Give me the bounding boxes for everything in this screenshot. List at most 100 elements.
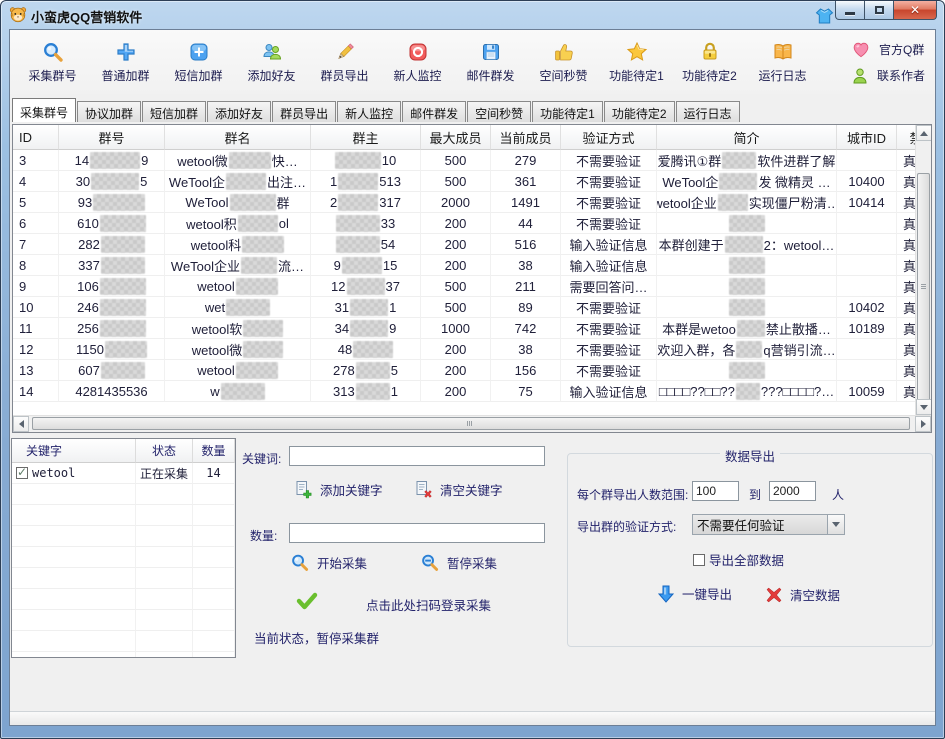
maximize-icon — [875, 6, 884, 14]
column-header[interactable]: 简介 — [657, 125, 837, 150]
plus-icon — [115, 40, 137, 64]
horizontal-scrollbar[interactable] — [13, 415, 931, 432]
start-collect-button[interactable]: 开始采集 — [290, 553, 367, 572]
table-row[interactable]: 13607wetool2785200156不需要验证真 — [13, 360, 915, 381]
toolbar-button-friends[interactable]: 添加好友 — [235, 34, 308, 90]
table-cell-cur: 1491 — [491, 192, 561, 213]
censored-block — [230, 194, 276, 211]
censored-block — [105, 341, 147, 358]
cell-text: 欢迎入群，各 — [657, 340, 735, 359]
cell-text: wetool微 — [177, 151, 228, 170]
table-cell-name: wetool微快… — [165, 150, 311, 171]
tab-功能待定2[interactable]: 功能待定2 — [604, 101, 675, 122]
tab-功能待定1[interactable]: 功能待定1 — [532, 101, 603, 122]
tab-运行日志[interactable]: 运行日志 — [676, 101, 740, 122]
table-cell-city — [837, 276, 897, 297]
table-row[interactable]: 4305WeTool企出注…1513500361不需要验证WeTool企发 微精… — [13, 171, 915, 192]
cell-text: 实现僵尸粉清… — [749, 193, 837, 212]
table-row[interactable]: 10246wet31150089不需要验证10402真 — [13, 297, 915, 318]
tab-添加好友[interactable]: 添加好友 — [207, 101, 271, 122]
link-person[interactable]: 联系作者 — [851, 67, 925, 85]
table-cell-id: 11 — [13, 318, 59, 339]
toolbar-button-thumb[interactable]: 空间秒赞 — [527, 34, 600, 90]
range-to-input[interactable] — [769, 481, 816, 501]
clear-data-button[interactable]: 清空数据 — [766, 585, 840, 604]
scroll-right-button[interactable] — [915, 416, 931, 432]
toolbar-button-floppy[interactable]: 邮件群发 — [454, 34, 527, 90]
qr-login-link[interactable]: 点击此处扫码登录采集 — [366, 595, 491, 614]
export-all-checkbox[interactable]: 导出全部数据 — [693, 550, 784, 569]
keyword-column-header[interactable]: 数量 — [193, 439, 235, 463]
tab-协议加群[interactable]: 协议加群 — [77, 101, 141, 122]
keyword-empty-row — [12, 547, 235, 568]
table-row[interactable]: 9106wetool1237500211需要回答问…真 — [13, 276, 915, 297]
export-run-button[interactable]: 一键导出 — [658, 584, 732, 603]
keyword-column-header[interactable]: 状态 — [136, 439, 193, 463]
tab-新人监控[interactable]: 新人监控 — [337, 101, 401, 122]
keyword-row[interactable]: wetool正在采集14 — [12, 463, 235, 484]
tab-空间秒赞[interactable]: 空间秒赞 — [467, 101, 531, 122]
verify-mode-select[interactable]: 不需要任何验证 — [692, 514, 845, 535]
titlebar[interactable]: 小蛮虎QQ营销软件 ✕ — [1, 1, 944, 29]
tab-邮件群发[interactable]: 邮件群发 — [402, 101, 466, 122]
table-row[interactable]: 121150wetool微4820038不需要验证欢迎入群，各q营销引流…真 — [13, 339, 915, 360]
keyword-empty-row — [12, 526, 235, 547]
toolbar-button-plus[interactable]: 普通加群 — [89, 34, 162, 90]
table-row[interactable]: 8337WeTool企业流…91520038输入验证信息真 — [13, 255, 915, 276]
table-row[interactable]: 3149wetool微快…10500279不需要验证爱腾讯①群软件进群了解真 — [13, 150, 915, 171]
scroll-left-button[interactable] — [13, 416, 29, 432]
clear-keyword-button[interactable]: 清空关键字 — [414, 480, 503, 499]
table-cell-max: 1000 — [421, 318, 491, 339]
keyword-column-header[interactable]: 关键字 — [12, 439, 136, 463]
toolbar-button-label: 邮件群发 — [466, 67, 514, 84]
scroll-down-button[interactable] — [916, 399, 932, 415]
scroll-up-button[interactable] — [916, 125, 932, 141]
cell-text: 278 — [333, 363, 355, 378]
minimize-button[interactable] — [835, 1, 865, 20]
column-header[interactable]: ID — [13, 125, 59, 150]
column-header[interactable]: 群主 — [311, 125, 421, 150]
group-table: ID群号群名群主最大成员当前成员验证方式简介城市ID禁止3149wetool微快… — [13, 125, 915, 415]
table-row[interactable]: 144281435536w313120075输入验证信息□□□□??□□????… — [13, 381, 915, 402]
column-header[interactable]: 城市ID — [837, 125, 897, 150]
tab-群员导出[interactable]: 群员导出 — [272, 101, 336, 122]
tab-采集群号[interactable]: 采集群号 — [12, 98, 76, 122]
toolbar-button-record[interactable]: 新人监控 — [381, 34, 454, 90]
count-input[interactable] — [289, 523, 545, 543]
tab-短信加群[interactable]: 短信加群 — [142, 101, 206, 122]
table-cell-name: wetool — [165, 360, 311, 381]
toolbar-button-sms-add[interactable]: 短信加群 — [162, 34, 235, 90]
cell-text: WeTool企 — [662, 172, 718, 191]
link-heart[interactable]: 官方Q群 — [851, 40, 925, 59]
column-header[interactable]: 禁止 — [897, 125, 915, 150]
keyword-input[interactable] — [289, 446, 545, 466]
toolbar-button-pencil[interactable]: 群员导出 — [308, 34, 381, 90]
cell-text: wetool企业 — [657, 193, 717, 212]
column-header[interactable]: 验证方式 — [561, 125, 657, 150]
toolbar-button-book[interactable]: 运行日志 — [746, 34, 819, 90]
column-header[interactable]: 群名 — [165, 125, 311, 150]
column-header[interactable]: 最大成员 — [421, 125, 491, 150]
table-row[interactable]: 6610wetool积ol3320044不需要验证真 — [13, 213, 915, 234]
tiger-app-icon — [9, 6, 27, 23]
keyword-checkbox[interactable] — [16, 467, 28, 479]
toolbar-button-search[interactable]: 采集群号 — [16, 34, 89, 90]
maximize-button[interactable] — [864, 1, 894, 20]
table-row[interactable]: 7282wetool科54200516输入验证信息本群创建于2：wetool…真 — [13, 234, 915, 255]
toolbar-button-star[interactable]: 功能待定1 — [600, 34, 673, 90]
vertical-scroll-thumb[interactable] — [917, 173, 930, 403]
toolbar-button-lock[interactable]: 功能待定2 — [673, 34, 746, 90]
pause-collect-button[interactable]: 暂停采集 — [420, 553, 497, 572]
table-row[interactable]: 593WeTool群231720001491不需要验证wetool企业实现僵尸粉… — [13, 192, 915, 213]
add-keyword-button[interactable]: 添加关键字 — [294, 480, 383, 499]
horizontal-scroll-thumb[interactable] — [32, 417, 910, 430]
column-header[interactable]: 群号 — [59, 125, 165, 150]
range-from-input[interactable] — [692, 481, 739, 501]
vertical-scrollbar[interactable] — [915, 125, 931, 415]
table-cell-ban: 真 — [897, 360, 915, 381]
table-cell-name: wetool — [165, 276, 311, 297]
combo-drop-button[interactable] — [827, 515, 844, 534]
table-row[interactable]: 11256wetool软3491000742不需要验证本群是wetoo禁止散播…… — [13, 318, 915, 339]
close-button[interactable]: ✕ — [893, 1, 937, 20]
column-header[interactable]: 当前成员 — [491, 125, 561, 150]
